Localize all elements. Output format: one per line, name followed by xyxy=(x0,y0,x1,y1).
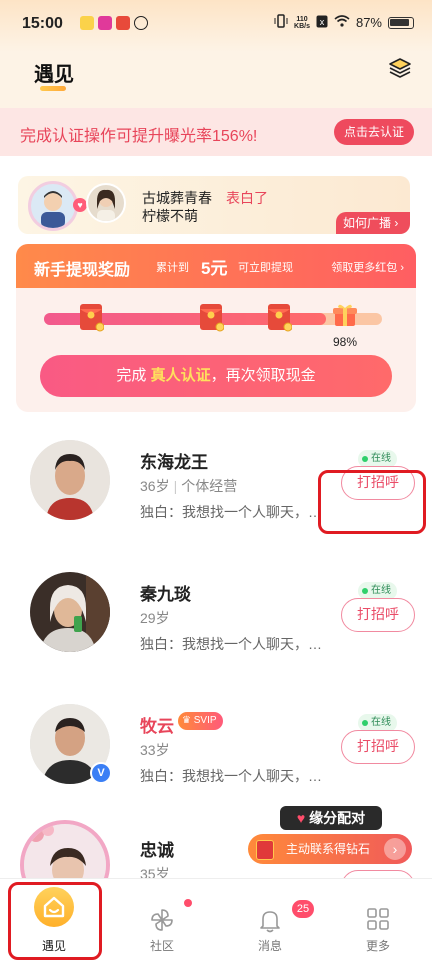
header: 遇见 xyxy=(0,52,432,108)
chevron-right-icon: › xyxy=(394,216,399,230)
greet-button[interactable]: 打招呼 xyxy=(341,598,415,632)
bell-icon xyxy=(257,907,283,938)
verified-icon: V xyxy=(90,762,112,784)
more-red-packets-link[interactable]: 领取更多红包 › xyxy=(331,259,404,275)
user-bio: 独白：我想找一个人聊天，… xyxy=(140,636,322,652)
avatar[interactable] xyxy=(30,440,110,520)
vibrate-icon xyxy=(274,14,288,31)
certification-banner: 完成认证操作可提升曝光率156%! 点击去认证 xyxy=(0,108,432,156)
status-bar: 15:00 110 KB/s x 87% xyxy=(0,0,432,52)
messages-badge: 25 xyxy=(292,900,314,918)
app-notification-icon xyxy=(98,16,112,30)
heart-icon: ♥ xyxy=(296,810,306,826)
page-title: 遇见 xyxy=(34,64,74,86)
match-logo: ♥ 缘分配对 xyxy=(280,806,382,830)
red-envelope-icon xyxy=(198,300,225,332)
go-certify-button[interactable]: 点击去认证 xyxy=(334,119,414,145)
user-meta: 33岁 xyxy=(140,742,170,758)
nav-label: 社区 xyxy=(149,939,174,953)
network-speed: 110 KB/s xyxy=(294,15,310,30)
withdraw-reward-card: 新手提现奖励 累计到 5元 可立即提现 领取更多红包 › 98% 完成 真人认证… xyxy=(16,244,416,412)
nav-messages[interactable]: 25 消息 xyxy=(216,879,324,964)
status-time: 15:00 xyxy=(22,15,63,32)
svip-badge: ♛ SVIP xyxy=(178,712,223,730)
user-meta: 29岁 xyxy=(140,610,170,626)
app-notification-icon xyxy=(134,16,148,30)
notification-dot xyxy=(184,899,192,907)
avatar xyxy=(86,183,126,223)
grid-icon xyxy=(366,907,390,936)
reward-title: 新手提现奖励 xyxy=(34,262,131,279)
reward-accumulate: 累计到 xyxy=(156,262,189,274)
nav-more[interactable]: 更多 xyxy=(324,879,432,964)
reward-header: 新手提现奖励 累计到 5元 可立即提现 领取更多红包 › xyxy=(16,244,416,288)
real-person-certify-button[interactable]: 完成 真人认证，再次领取现金 xyxy=(40,355,392,397)
gift-icon xyxy=(332,302,358,328)
crown-icon: ♛ xyxy=(182,715,191,726)
greet-button[interactable]: 打招呼 xyxy=(341,730,415,764)
avatar[interactable] xyxy=(30,572,110,652)
nav-label: 更多 xyxy=(365,939,390,953)
red-envelope-icon xyxy=(266,300,293,332)
user-bio: 独白：我想找一个人聊天，… xyxy=(140,768,322,784)
pinwheel-icon xyxy=(149,907,175,938)
match-promo[interactable]: ♥ 缘分配对 主动联系得钻石 › xyxy=(248,806,412,866)
chevron-right-icon[interactable]: › xyxy=(384,838,406,860)
avatar xyxy=(28,181,78,231)
sim-icon: x xyxy=(316,15,328,31)
banner-text: 完成认证操作可提升曝光率156%! xyxy=(20,128,258,145)
user-bio: 独白：我想找一个人聊天，… xyxy=(140,504,322,520)
highlight-box xyxy=(8,882,102,960)
wifi-icon xyxy=(334,15,350,30)
user-meta: 36岁 | 个体经营 xyxy=(140,478,238,494)
battery-icon xyxy=(388,16,414,29)
confession-from: 古城葬青春 xyxy=(142,190,212,206)
red-envelope-icon xyxy=(256,840,274,860)
app-notification-icon xyxy=(80,16,94,30)
confession-broadcast[interactable]: ♥ 古城葬青春 表白了 柠檬不萌 如何广播 › xyxy=(18,176,410,234)
confession-action: 表白了 xyxy=(226,190,268,206)
online-dot-icon xyxy=(362,456,368,462)
confession-to: 柠檬不萌 xyxy=(142,208,198,224)
reward-progress-label: 98% xyxy=(333,335,358,349)
user-card[interactable]: 秦九琰 在线 29岁 独白：我想找一个人聊天，… 打招呼 xyxy=(0,568,432,698)
layers-icon[interactable] xyxy=(388,56,412,80)
online-dot-icon xyxy=(362,588,368,594)
red-envelope-icon xyxy=(78,300,105,332)
highlight-box xyxy=(318,470,426,534)
how-to-broadcast-button[interactable]: 如何广播 › xyxy=(336,212,410,234)
app-notification-icon xyxy=(116,16,130,30)
reward-withdraw-now: 可立即提现 xyxy=(238,262,293,274)
user-name: 东海龙王 xyxy=(140,453,208,472)
online-dot-icon xyxy=(362,720,368,726)
nav-label: 消息 xyxy=(257,939,282,953)
svg-text:x: x xyxy=(320,17,325,27)
user-name: 忠诚 xyxy=(140,841,174,860)
user-name: 牧云 xyxy=(140,717,174,736)
heart-icon: ♥ xyxy=(73,198,87,212)
notification-icons xyxy=(80,16,148,30)
reward-amount: 5元 xyxy=(201,259,228,278)
user-name: 秦九琰 xyxy=(140,585,191,604)
nav-community[interactable]: 社区 xyxy=(108,879,216,964)
battery-text: 87% xyxy=(355,15,382,30)
chevron-right-icon: › xyxy=(400,262,404,274)
